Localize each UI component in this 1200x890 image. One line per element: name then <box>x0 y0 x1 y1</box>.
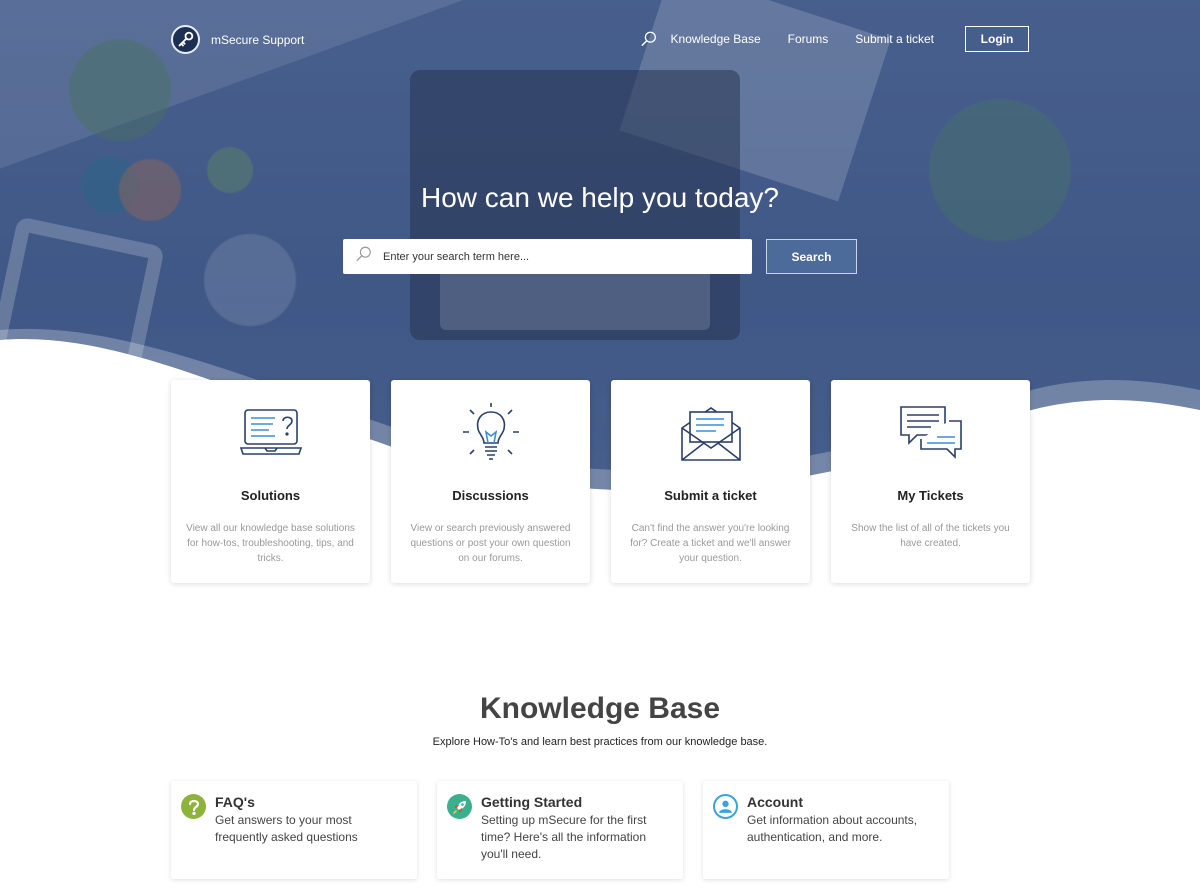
search-icon <box>355 245 373 268</box>
knowledge-base-subtitle: Explore How-To's and learn best practice… <box>432 736 768 748</box>
top-nav: Knowledge Base Forums Submit a ticket Lo… <box>640 26 1029 52</box>
card-description: View or search previously answered quest… <box>410 523 571 564</box>
card-title: My Tickets <box>897 488 964 503</box>
nav-forums[interactable]: Forums <box>788 32 829 46</box>
nav-knowledge-base[interactable]: Knowledge Base <box>671 32 761 46</box>
question-icon <box>181 794 206 819</box>
search-box <box>343 239 752 274</box>
search-icon[interactable] <box>640 29 660 49</box>
user-icon <box>713 794 738 819</box>
card-my-tickets[interactable]: My Tickets Show the list of all of the t… <box>831 380 1030 583</box>
brand-name: mSecure Support <box>211 32 305 47</box>
kb-category-title: FAQ's <box>215 794 255 810</box>
kb-category-text: Getting Started Setting up mSecure for t… <box>481 794 673 863</box>
kb-category-text: FAQ's Get answers to your most frequentl… <box>215 794 407 846</box>
key-icon <box>171 25 200 54</box>
kb-category-getting-started[interactable]: Getting Started Setting up mSecure for t… <box>437 781 683 879</box>
login-button[interactable]: Login <box>965 26 1029 52</box>
feature-cards: Solutions View all our knowledge base so… <box>171 380 1030 583</box>
card-solutions[interactable]: Solutions View all our knowledge base so… <box>171 380 370 583</box>
card-description: Can't find the answer you're looking for… <box>630 523 791 564</box>
search-button[interactable]: Search <box>766 239 857 274</box>
card-title: Solutions <box>240 488 301 503</box>
card-description: View all our knowledge base solutions fo… <box>186 523 355 564</box>
envelope-icon <box>611 400 810 468</box>
nav-submit-ticket[interactable]: Submit a ticket <box>855 32 934 46</box>
knowledge-base-title: Knowledge Base <box>479 692 721 725</box>
card-discussions[interactable]: Discussions View or search previously an… <box>391 380 590 583</box>
kb-category-description: Get information about accounts, authenti… <box>747 813 918 844</box>
lightbulb-icon <box>391 400 590 468</box>
rocket-icon <box>447 794 472 819</box>
kb-category-description: Get answers to your most frequently aske… <box>215 813 358 844</box>
kb-category-title: Account <box>747 794 803 810</box>
laptop-question-icon <box>171 400 370 468</box>
kb-category-text: Account Get information about accounts, … <box>747 794 939 846</box>
knowledge-base-categories: FAQ's Get answers to your most frequentl… <box>171 781 949 879</box>
chat-bubbles-icon <box>831 400 1030 468</box>
kb-category-account[interactable]: Account Get information about accounts, … <box>703 781 949 879</box>
kb-category-faqs[interactable]: FAQ's Get answers to your most frequentl… <box>171 781 417 879</box>
search-input[interactable] <box>383 250 723 263</box>
card-description: Show the list of all of the tickets you … <box>851 523 1010 549</box>
kb-category-title: Getting Started <box>481 794 583 810</box>
hero-title: How can we help you today? <box>421 182 779 213</box>
brand-logo[interactable]: mSecure Support <box>171 25 304 54</box>
card-title: Discussions <box>452 488 529 503</box>
card-submit-ticket[interactable]: Submit a ticket Can't find the answer yo… <box>611 380 810 583</box>
kb-category-description: Setting up mSecure for the first time? H… <box>481 813 647 861</box>
card-title: Submit a ticket <box>664 488 757 503</box>
